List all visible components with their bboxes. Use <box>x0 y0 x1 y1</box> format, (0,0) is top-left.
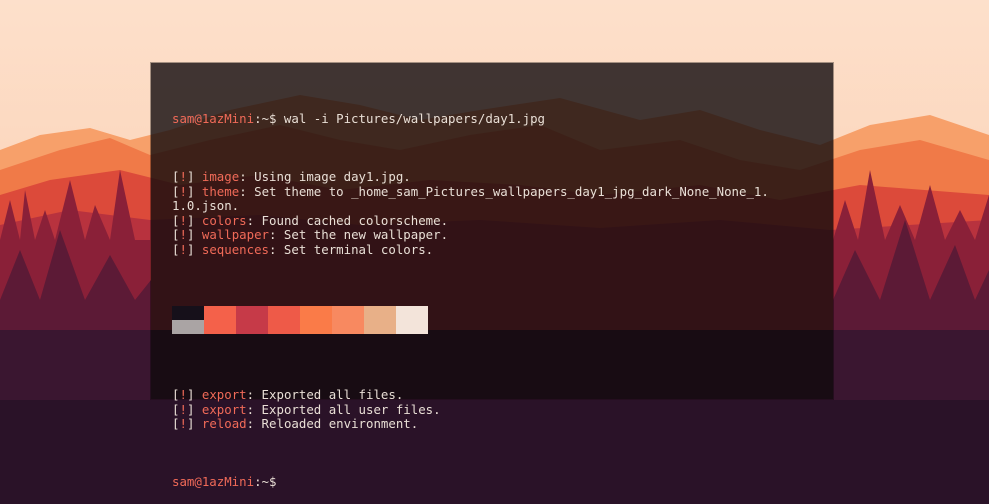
bang-marker: ! <box>179 227 187 242</box>
output-text: : Exported all files. <box>246 387 404 402</box>
output-lines-before: [!] image: Using image day1.jpg. [!] them… <box>172 169 833 258</box>
output-text: : Using image day1.jpg. <box>239 169 411 184</box>
final-prompt-user: sam@1azMini <box>172 474 255 489</box>
output-line: [!] sequences: Set terminal colors. <box>172 241 833 258</box>
output-text: : Set the new wallpaper. <box>269 227 449 242</box>
final-prompt-line[interactable]: sam@1azMini:~$ <box>172 474 833 490</box>
prompt-user: sam@1azMini <box>172 111 255 126</box>
bang-marker: ! <box>179 416 187 431</box>
bang-marker: ! <box>179 169 187 184</box>
output-text: 1.0.json. <box>172 198 240 213</box>
final-prompt-separator: :~$ <box>254 474 277 489</box>
output-line: 1.0.json. <box>172 198 833 214</box>
output-line: [!] colors: Found cached colorscheme. <box>172 212 833 229</box>
output-lines-after: [!] export: Exported all files. [!] expor… <box>172 387 833 432</box>
bang-marker: ! <box>179 387 187 402</box>
bang-marker: ! <box>179 212 187 228</box>
output-line: [!] export: Exported all files. <box>172 387 833 403</box>
output-key: export <box>201 401 247 417</box>
palette-swatch <box>268 305 300 334</box>
palette-swatch <box>364 305 396 334</box>
command-line: sam@1azMini:~$ wal -i Pictures/wallpaper… <box>172 111 833 127</box>
palette-swatch-bright <box>172 319 204 334</box>
output-key: image <box>201 169 240 184</box>
output-key: export <box>201 387 247 402</box>
output-text: : Exported all user files. <box>246 401 441 417</box>
palette-swatch <box>172 305 204 320</box>
output-key: theme <box>201 183 240 199</box>
bang-marker: ! <box>179 183 187 199</box>
bang-marker: ! <box>179 241 187 257</box>
output-text: : Set theme to _home_sam_Pictures_wallpa… <box>239 183 769 199</box>
output-line: [!] reload: Reloaded environment. <box>172 416 833 432</box>
output-key: sequences <box>201 241 270 257</box>
output-text: : Set terminal colors. <box>269 241 434 257</box>
output-text: : Reloaded environment. <box>246 416 419 431</box>
bang-marker: ! <box>179 401 187 417</box>
prompt-separator: :~$ <box>254 111 277 126</box>
palette-swatch <box>332 305 364 334</box>
color-palette <box>172 305 428 334</box>
output-line: [!] theme: Set theme to _home_sam_Pictur… <box>172 183 833 200</box>
palette-swatch <box>300 305 332 334</box>
output-key: reload <box>201 416 247 431</box>
terminal-window[interactable]: sam@1azMini:~$ wal -i Pictures/wallpaper… <box>151 63 833 489</box>
command-text: wal -i Pictures/wallpapers/day1.jpg <box>276 111 546 126</box>
palette-swatch <box>204 305 236 334</box>
output-line: [!] export: Exported all user files. <box>172 401 833 418</box>
palette-swatch <box>236 305 268 334</box>
palette-swatch <box>396 305 428 334</box>
output-line: [!] wallpaper: Set the new wallpaper. <box>172 227 833 243</box>
output-key: wallpaper <box>201 227 270 242</box>
output-line: [!] image: Using image day1.jpg. <box>172 169 833 185</box>
output-key: colors <box>201 212 247 228</box>
output-text: : Found cached colorscheme. <box>246 212 449 228</box>
